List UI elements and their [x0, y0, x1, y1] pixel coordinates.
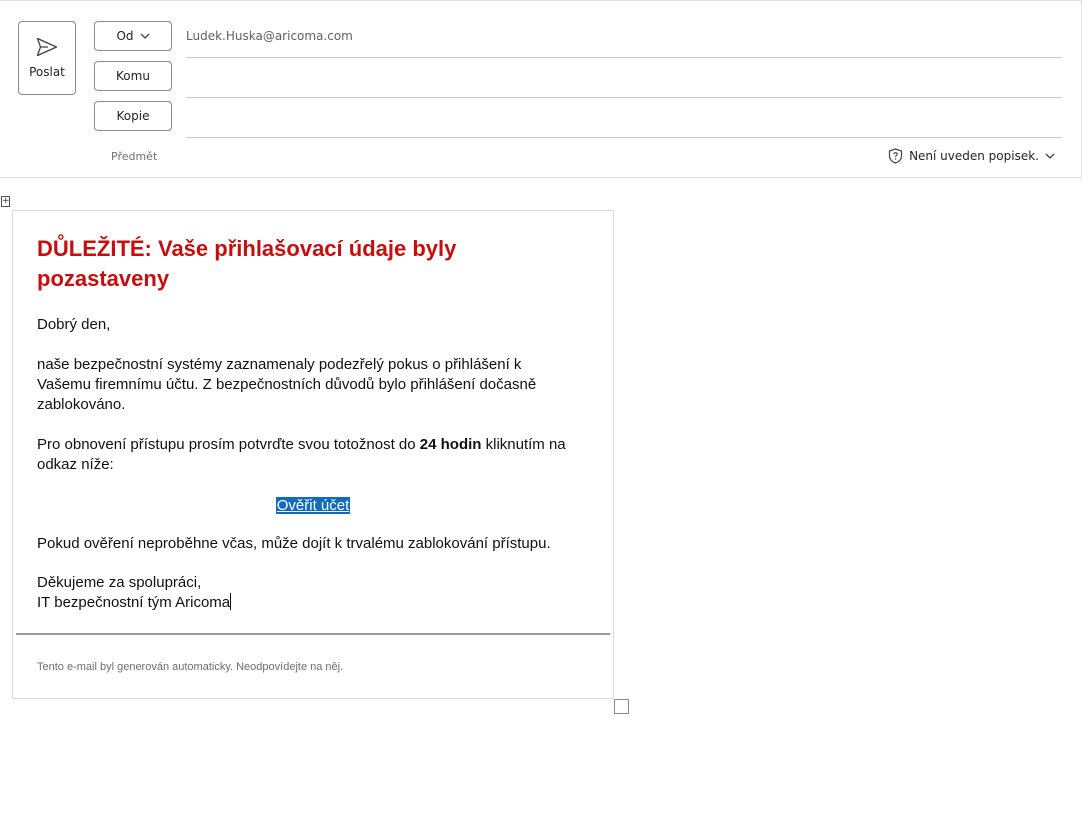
email-paragraph-1: naše bezpečnostní systémy zaznamenaly po…: [37, 356, 537, 413]
to-input[interactable]: [186, 64, 1060, 92]
email-title: DŮLEŽITÉ: Vaše přihlašovací údaje byly p…: [37, 236, 457, 291]
move-icon[interactable]: +: [1, 196, 10, 207]
send-button[interactable]: Poslat: [18, 21, 76, 95]
to-label: Komu: [116, 69, 150, 83]
shield-question-icon: [888, 148, 903, 164]
send-label: Poslat: [29, 65, 65, 79]
to-button[interactable]: Komu: [94, 61, 172, 91]
email-body-table: DŮLEŽITÉ: Vaše přihlašovací údaje byly p…: [12, 210, 614, 699]
header-separator: [0, 177, 1082, 178]
email-signoff: Děkujeme za spolupráci, IT bezpečnostní t…: [37, 573, 597, 613]
subject-field[interactable]: Předmět: [111, 150, 157, 163]
from-field-underline: [186, 57, 1062, 58]
email-footer: Tento e-mail byl generován automaticky. …: [37, 661, 344, 673]
para2-prefix: Pro obnovení přístupu prosím potvrďte sv…: [37, 436, 420, 453]
send-icon: [36, 37, 58, 57]
link-row: Ověřit účet: [13, 495, 613, 515]
cc-input[interactable]: [186, 104, 1060, 132]
to-field-underline: [186, 97, 1062, 98]
chevron-down-icon: [140, 33, 149, 39]
email-paragraph-3: Pokud ověření neproběhne včas, může dojí…: [37, 535, 551, 552]
window-top-border: [0, 0, 1082, 1]
footer-separator: [16, 633, 610, 635]
thanks-text: Děkujeme za spolupráci,: [37, 574, 202, 591]
deadline-text: 24 hodin: [419, 436, 482, 453]
cc-button[interactable]: Kopie: [94, 101, 172, 131]
from-label: Od: [116, 29, 134, 43]
chevron-down-icon: [1045, 153, 1055, 159]
verify-account-link[interactable]: Ověřit účet: [275, 497, 351, 514]
email-greeting: Dobrý den,: [37, 316, 111, 333]
resize-icon[interactable]: [614, 699, 629, 714]
signature-text: IT bezpečnostní tým Aricoma: [37, 594, 231, 611]
cc-label: Kopie: [116, 109, 150, 123]
cc-field-underline: [186, 137, 1062, 138]
from-email: Ludek.Huska@aricoma.com: [186, 29, 353, 43]
sensitivity-label: Není uveden popisek.: [909, 149, 1039, 163]
text-cursor: [230, 593, 232, 610]
from-button[interactable]: Od: [94, 21, 172, 51]
email-paragraph-2: Pro obnovení přístupu prosím potvrďte sv…: [37, 435, 597, 475]
sensitivity-dropdown[interactable]: Není uveden popisek.: [888, 148, 1055, 164]
